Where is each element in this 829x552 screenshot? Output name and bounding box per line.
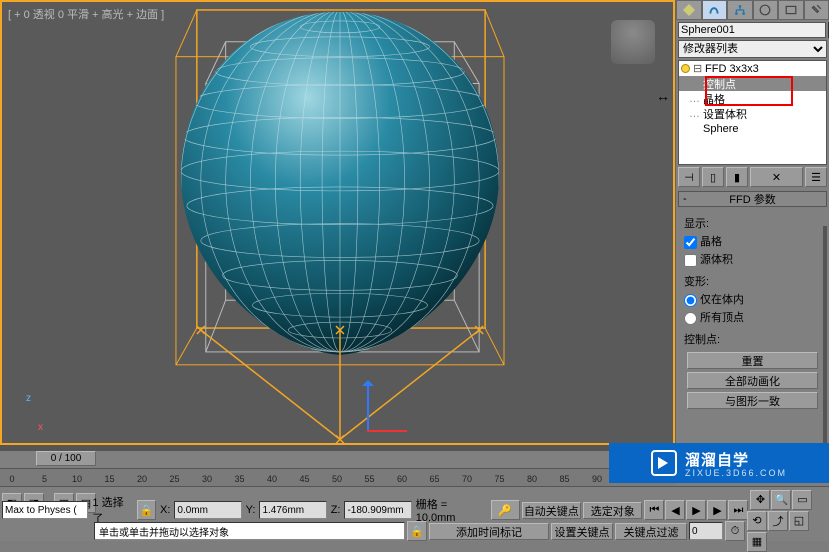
time-slider-knob[interactable]: 0 / 100	[36, 451, 96, 466]
lattice-checkbox[interactable]: 晶格	[684, 233, 821, 251]
nav-pan-button[interactable]: ✥	[750, 490, 770, 510]
y-coord-field[interactable]: 1.476mm	[259, 501, 326, 519]
current-frame-field[interactable]: 0	[689, 522, 723, 540]
time-tick: 15	[104, 474, 114, 484]
tab-hierarchy[interactable]	[727, 0, 753, 20]
auto-key-button[interactable]: 自动关键点	[522, 502, 581, 519]
source-volume-checkbox[interactable]: 源体积	[684, 251, 821, 269]
time-tick: 85	[559, 474, 569, 484]
time-ruler[interactable]: 0510152025303540455055606570758085909510…	[0, 468, 675, 486]
prev-frame-button[interactable]: ◀	[665, 500, 685, 520]
time-tick: 5	[42, 474, 47, 484]
set-key-button[interactable]: 设置关键点	[551, 523, 613, 540]
time-tick: 90	[592, 474, 602, 484]
lock-icon[interactable]: 🔒	[137, 500, 156, 520]
reset-button[interactable]: 重置	[687, 352, 819, 369]
nav-zoom-button[interactable]: 🔍	[771, 490, 791, 510]
time-tick: 75	[494, 474, 504, 484]
tab-modify[interactable]	[702, 0, 728, 20]
timeline[interactable]: 0 / 100 0 5 10 15 20 25 30 35 40 45 50 55 60 65 70 75 80…	[0, 450, 675, 486]
watermark-overlay: 溜溜自学 ZIXUE.3D66.COM	[609, 443, 829, 483]
time-tag-lock-icon[interactable]: 🔒	[407, 521, 427, 541]
x-coord-field[interactable]: 0.0mm	[174, 501, 241, 519]
time-tick: 10	[72, 474, 82, 484]
goto-start-button[interactable]: ⏮	[644, 500, 664, 520]
rollout-header-ffd-params[interactable]: - FFD 参数	[678, 191, 827, 207]
modifier-stack[interactable]: ⊟ FFD 3x3x3 控制点 晶格 设置体积 Sphere	[678, 60, 827, 165]
selected-target-button[interactable]: 选定对象	[583, 502, 642, 519]
pin-stack-button[interactable]: ⊣	[678, 167, 700, 187]
tab-display[interactable]	[778, 0, 804, 20]
add-time-tag-button[interactable]: 添加时间标记	[429, 523, 549, 540]
modifier-row-ffd[interactable]: ⊟ FFD 3x3x3	[679, 61, 826, 76]
viewport-label[interactable]: [ + 0 透视 0 平滑 + 高光 + 边面 ]	[8, 6, 164, 22]
in-volume-radio[interactable]: 仅在体内	[684, 291, 821, 309]
make-unique-button[interactable]: ▮	[726, 167, 748, 187]
nav-fov-button[interactable]: ▭	[792, 490, 812, 510]
cp-group-label: 控制点:	[684, 331, 821, 349]
time-tick: 60	[397, 474, 407, 484]
base-object-sphere[interactable]: Sphere	[679, 121, 826, 136]
time-tick: 35	[234, 474, 244, 484]
next-frame-button[interactable]: ▶	[707, 500, 727, 520]
grid-label: 栅格 = 10.0mm	[416, 496, 487, 524]
display-group-label: 显示:	[684, 215, 821, 233]
subobject-set-volume[interactable]: 设置体积	[679, 106, 826, 121]
conform-button[interactable]: 与图形一致	[687, 392, 819, 409]
all-verts-radio[interactable]: 所有顶点	[684, 309, 821, 327]
nav-walk-button[interactable]: ⤴	[768, 511, 788, 531]
time-tick: 50	[332, 474, 342, 484]
play-icon	[651, 450, 677, 476]
play-button[interactable]: ▶	[686, 500, 706, 520]
show-end-result-button[interactable]: ▯	[702, 167, 724, 187]
tab-create[interactable]	[676, 0, 702, 20]
time-tick: 30	[202, 474, 212, 484]
script-listener[interactable]: Max to Physes (	[2, 501, 88, 519]
resize-cursor-icon: ↔	[656, 88, 670, 104]
status-bar: ◧ ◨ ▦ ▤ Max to Physes ( 1 选择了 🔒 X: 0.0mm…	[0, 486, 829, 541]
subobject-lattice[interactable]: 晶格	[679, 91, 826, 106]
tab-utilities[interactable]	[804, 0, 829, 20]
prompt-line: 单击或单击并拖动以选择对象	[94, 522, 405, 540]
viewcube[interactable]	[611, 20, 655, 64]
transform-gizmo[interactable]	[337, 372, 397, 442]
modifier-list-dropdown[interactable]: 修改器列表	[678, 40, 827, 58]
time-tick: 45	[299, 474, 309, 484]
time-tick: 70	[462, 474, 472, 484]
deform-group-label: 变形:	[684, 273, 821, 291]
nav-orbit-button[interactable]: ⟲	[747, 511, 767, 531]
key-filter-button[interactable]: 关键点过滤	[615, 523, 687, 540]
time-config-button[interactable]: ⏱	[725, 521, 745, 541]
time-tick: 0	[9, 474, 14, 484]
time-tick: 25	[169, 474, 179, 484]
nav-max-button[interactable]: ◱	[789, 511, 809, 531]
animate-all-button[interactable]: 全部动画化	[687, 372, 819, 389]
time-tick: 80	[527, 474, 537, 484]
axis-tripod: z x	[10, 393, 50, 433]
collapse-icon[interactable]: ⊟	[693, 62, 702, 75]
subobject-control-points[interactable]: 控制点	[679, 76, 826, 91]
time-tick: 20	[137, 474, 147, 484]
remove-modifier-button[interactable]: ✕	[750, 167, 803, 187]
z-coord-field[interactable]: -180.909mm	[344, 501, 411, 519]
time-tick: 40	[267, 474, 277, 484]
panel-scrollbar[interactable]	[823, 226, 827, 450]
viewport-perspective[interactable]: [ + 0 透视 0 平滑 + 高光 + 边面 ]	[0, 0, 675, 445]
lightbulb-icon[interactable]	[681, 64, 690, 73]
goto-end-button[interactable]: ⏭	[728, 500, 748, 520]
object-name-field[interactable]	[678, 22, 826, 38]
time-tick: 55	[364, 474, 374, 484]
tab-motion[interactable]	[753, 0, 779, 20]
time-tick: 65	[429, 474, 439, 484]
nav-min-button[interactable]: ▦	[747, 532, 767, 552]
minus-icon: -	[683, 193, 687, 205]
configure-sets-button[interactable]: ☰	[805, 167, 827, 187]
key-mode-button[interactable]: 🔑	[491, 500, 520, 520]
command-panel: 修改器列表 ⊟ FFD 3x3x3 控制点 晶格 设置体积 Sphere ⊣ ▯…	[675, 0, 829, 455]
